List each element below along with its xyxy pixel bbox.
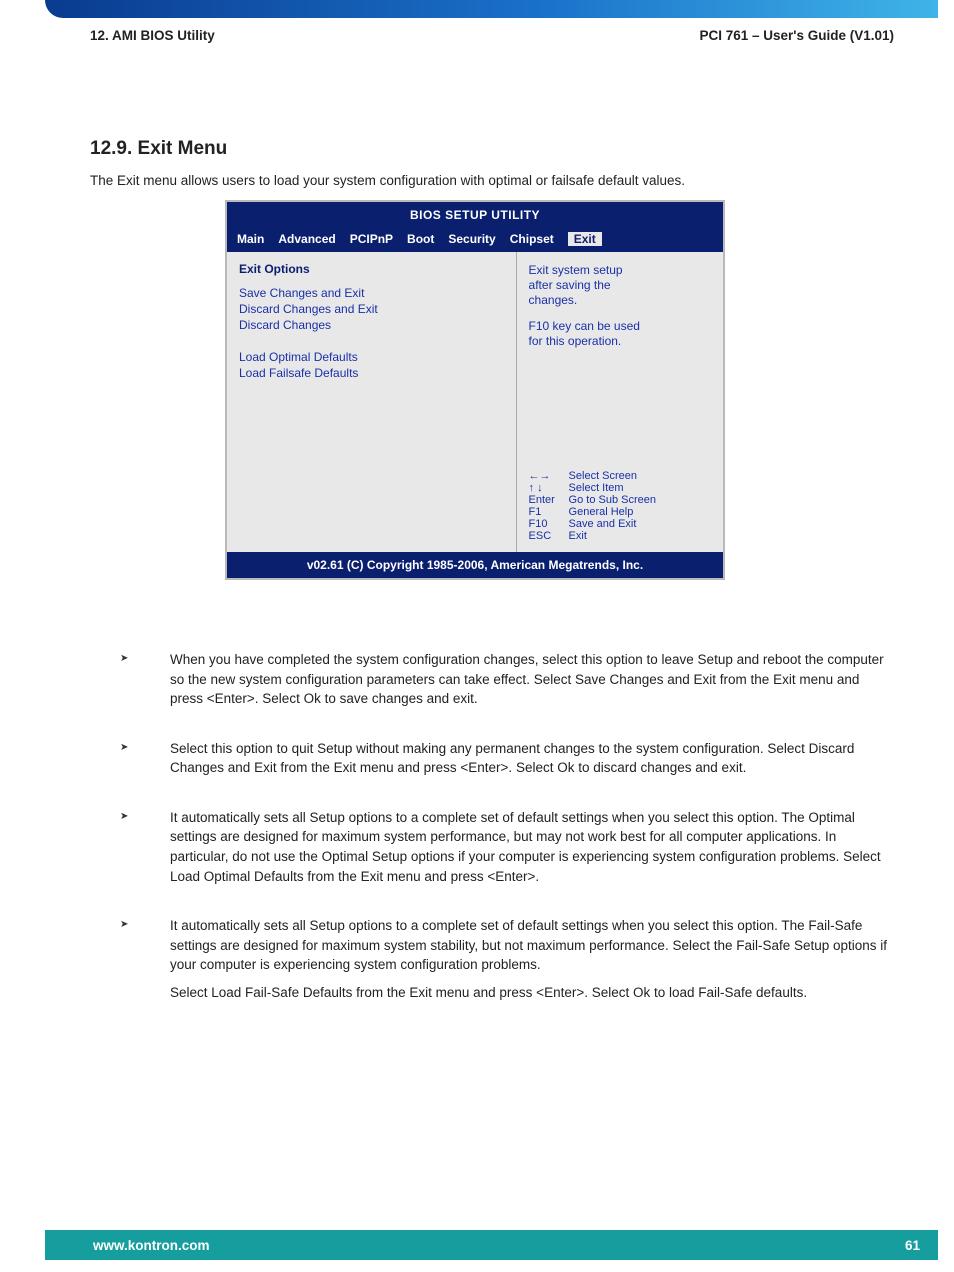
bullet-text: Select Load Fail-Safe Defaults from the …: [170, 983, 894, 1003]
bios-help-line: after saving the: [529, 278, 711, 292]
bios-help-line: Exit system setup: [529, 263, 711, 277]
section-title: 12.9. Exit Menu: [90, 138, 227, 160]
bios-right-pane: Exit system setup after saving the chang…: [517, 252, 723, 552]
bios-tab-exit[interactable]: Exit: [568, 232, 602, 246]
header-right: PCI 761 – User's Guide (V1.01): [699, 28, 894, 43]
footer-url: www.kontron.com: [93, 1238, 210, 1253]
key-select-screen: ←→: [529, 470, 569, 482]
bullet-item: ➤ It automatically sets all Setup option…: [120, 808, 894, 894]
chevron-icon: ➤: [120, 808, 170, 894]
bios-tab-pcipnp[interactable]: PCIPnP: [350, 232, 393, 246]
bios-tab-security[interactable]: Security: [448, 232, 495, 246]
key-f1: F1: [529, 506, 569, 518]
bios-tab-main[interactable]: Main: [237, 232, 264, 246]
bios-opt-load-optimal[interactable]: Load Optimal Defaults: [239, 350, 504, 364]
key-enter: Enter: [529, 494, 569, 506]
bullet-text: Select this option to quit Setup without…: [170, 739, 894, 778]
bullet-item: ➤ It automatically sets all Setup option…: [120, 916, 894, 1010]
key-esc: ESC: [529, 530, 569, 542]
key-label: General Help: [569, 506, 634, 518]
header-left: 12. AMI BIOS Utility: [90, 28, 215, 43]
bios-opt-discard[interactable]: Discard Changes: [239, 318, 504, 332]
page-footer: www.kontron.com 61: [45, 1230, 938, 1260]
bios-help-text: Exit system setup after saving the chang…: [529, 262, 711, 349]
page-number: 61: [905, 1238, 920, 1253]
bullet-text: It automatically sets all Setup options …: [170, 916, 894, 975]
bios-tab-advanced[interactable]: Advanced: [278, 232, 335, 246]
bios-opt-load-failsafe[interactable]: Load Failsafe Defaults: [239, 366, 504, 380]
key-label: Select Item: [569, 482, 624, 494]
bios-help-line: F10 key can be used: [529, 319, 711, 333]
bios-exit-options-heading: Exit Options: [239, 262, 504, 276]
bullet-item: ➤ Select this option to quit Setup witho…: [120, 739, 894, 786]
key-label: Select Screen: [569, 470, 637, 482]
chevron-icon: ➤: [120, 650, 170, 717]
bullet-text: It automatically sets all Setup options …: [170, 808, 894, 886]
top-accent-bar: [45, 0, 938, 18]
key-label: Go to Sub Screen: [569, 494, 656, 506]
bios-tab-chipset[interactable]: Chipset: [510, 232, 554, 246]
bios-copyright: v02.61 (C) Copyright 1985-2006, American…: [227, 552, 723, 578]
section-intro: The Exit menu allows users to load your …: [90, 172, 894, 190]
key-label: Save and Exit: [569, 518, 637, 530]
bios-opt-discard-exit[interactable]: Discard Changes and Exit: [239, 302, 504, 316]
bios-screenshot: BIOS SETUP UTILITY Main Advanced PCIPnP …: [225, 200, 725, 580]
bios-help-line: for this operation.: [529, 334, 711, 348]
page-header: 12. AMI BIOS Utility PCI 761 – User's Gu…: [90, 28, 894, 43]
bullet-item: ➤ When you have completed the system con…: [120, 650, 894, 717]
bios-left-pane: Exit Options Save Changes and Exit Disca…: [227, 252, 517, 552]
bios-title: BIOS SETUP UTILITY: [227, 202, 723, 228]
key-f10: F10: [529, 518, 569, 530]
bios-tab-bar: Main Advanced PCIPnP Boot Security Chips…: [227, 228, 723, 252]
key-select-item: ↑ ↓: [529, 482, 569, 494]
bios-tab-boot[interactable]: Boot: [407, 232, 434, 246]
chevron-icon: ➤: [120, 739, 170, 786]
bios-body: Exit Options Save Changes and Exit Disca…: [227, 252, 723, 552]
bios-opt-save-exit[interactable]: Save Changes and Exit: [239, 286, 504, 300]
bullet-list: ➤ When you have completed the system con…: [120, 650, 894, 1032]
bullet-text: When you have completed the system confi…: [170, 650, 894, 709]
chevron-icon: ➤: [120, 916, 170, 1010]
key-label: Exit: [569, 530, 587, 542]
bios-key-legend: ←→Select Screen ↑ ↓Select Item EnterGo t…: [529, 470, 711, 542]
bios-help-line: changes.: [529, 293, 711, 307]
